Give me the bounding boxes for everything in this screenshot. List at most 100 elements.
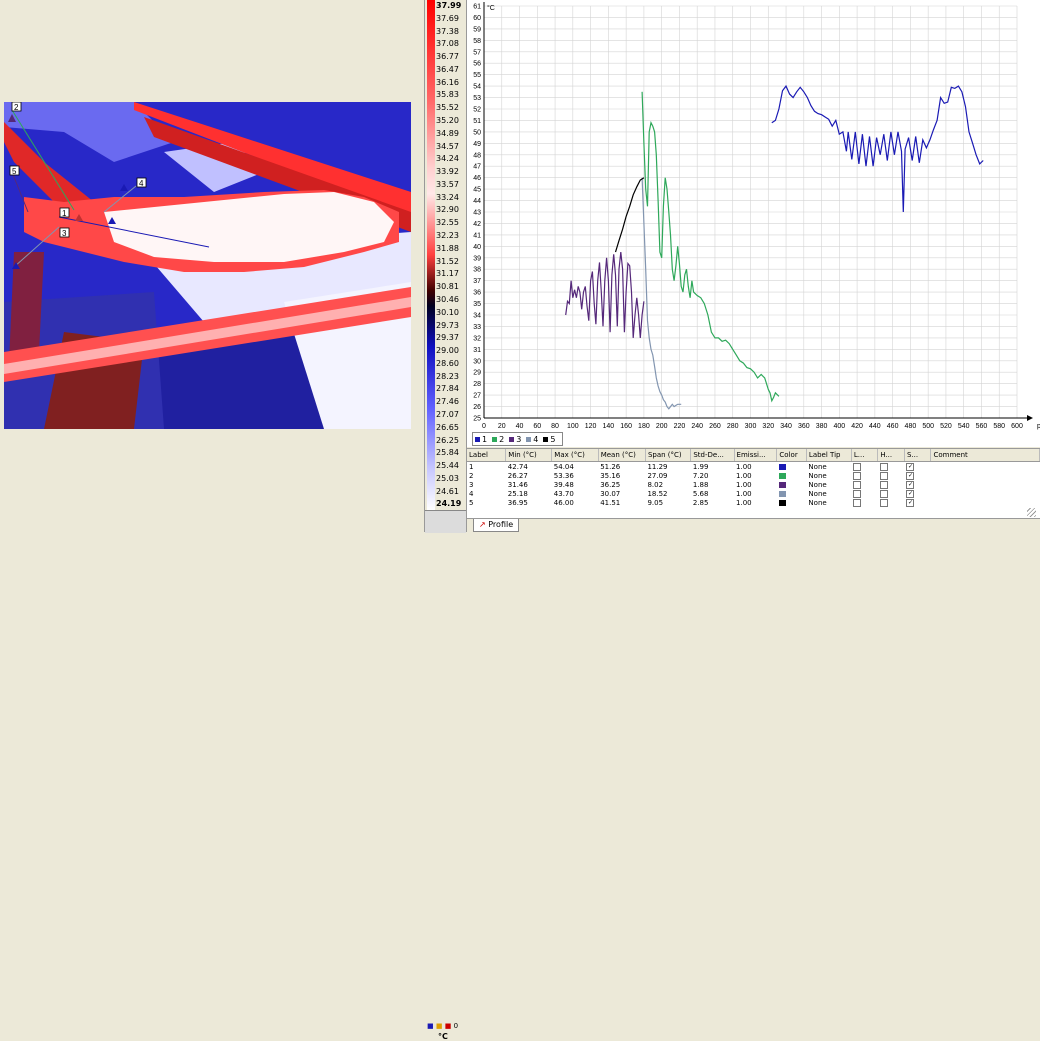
cell-color[interactable] xyxy=(777,480,807,489)
resize-grip[interactable] xyxy=(1027,508,1036,517)
cell-comment[interactable] xyxy=(931,471,1040,480)
x-tick-label: 380 xyxy=(816,423,828,430)
cell-h xyxy=(878,480,905,489)
column-header[interactable]: Comment xyxy=(930,449,1040,462)
cell-label-tip[interactable]: None xyxy=(806,462,851,472)
profile-tab-icon: ↗ xyxy=(479,520,486,529)
palette-tick: 37.99 xyxy=(436,1,462,10)
table-row[interactable]: 3 31.46 39.48 36.25 8.02 1.88 1.00 None ✓ xyxy=(467,480,1040,489)
palette-tick: 25.03 xyxy=(436,473,459,483)
checkbox-l[interactable] xyxy=(853,471,862,480)
marker-1-label: 1 xyxy=(62,209,67,218)
color-swatch xyxy=(778,463,786,470)
table-row[interactable]: 1 42.74 54.04 51.26 11.29 1.99 1.00 None ✓ xyxy=(467,462,1040,472)
y-tick-label: 48 xyxy=(473,152,481,159)
table-row[interactable]: 2 26.27 53.36 35.16 27.09 7.20 1.00 None ✓ xyxy=(467,471,1040,480)
cell-color[interactable] xyxy=(777,462,807,472)
checkbox-l[interactable] xyxy=(853,489,862,498)
column-header[interactable]: H... xyxy=(877,449,905,462)
x-tick-label: 480 xyxy=(905,423,917,430)
column-header[interactable]: L... xyxy=(851,449,879,462)
column-header[interactable]: Min (°C) xyxy=(505,449,553,462)
cell-emis: 1.00 xyxy=(736,462,752,471)
cell-std: 2.85 xyxy=(692,498,709,507)
cell-color[interactable] xyxy=(777,471,807,480)
palette-tick: 31.17 xyxy=(436,269,459,279)
checkbox-l[interactable] xyxy=(853,480,862,489)
column-header[interactable]: Std-De... xyxy=(690,449,735,462)
profile-chart[interactable]: 0 20 40 60 80 100 120 140 160 180 200 220 240 260 280 3… xyxy=(467,0,1040,447)
x-tick-label: 580 xyxy=(993,423,1005,430)
y-tick-label: 42 xyxy=(473,221,481,228)
checkbox-s[interactable]: ✓ xyxy=(906,462,915,471)
cell-emis: 1.00 xyxy=(736,480,752,489)
cell-comment[interactable] xyxy=(931,489,1040,498)
profile-table[interactable]: Label Min (°C) Max (°C) Mean (°C) Span (°C) S… xyxy=(467,448,1040,519)
column-header[interactable]: S... xyxy=(904,449,932,462)
column-header[interactable]: Label xyxy=(467,449,507,462)
x-tick-label: 140 xyxy=(603,423,615,430)
checkbox-s[interactable]: ✓ xyxy=(906,498,915,507)
checkbox-h[interactable] xyxy=(879,462,888,471)
cell-comment[interactable] xyxy=(931,480,1040,489)
x-tick-label: 600 xyxy=(1011,423,1023,430)
cell-label: 1 xyxy=(469,462,474,471)
column-header[interactable]: Color xyxy=(776,449,807,462)
marker-2-label: 2 xyxy=(14,103,19,112)
cell-comment[interactable] xyxy=(931,498,1040,507)
cell-label-tip[interactable]: None xyxy=(806,498,851,507)
palette-tick: 35.83 xyxy=(436,90,459,100)
thermal-image[interactable]: 1 2 3 4 5 xyxy=(4,102,411,429)
tab-profile[interactable]: ↗ Profile xyxy=(473,519,520,532)
cell-s: ✓ xyxy=(904,462,931,472)
palette-tick: 34.57 xyxy=(436,141,459,151)
palette-tick: 37.38 xyxy=(436,26,459,36)
x-tick-label: 540 xyxy=(958,423,970,430)
column-header[interactable]: Label Tip xyxy=(806,449,852,462)
column-header[interactable]: Span (°C) xyxy=(645,449,692,462)
column-header[interactable]: Max (°C) xyxy=(551,449,599,462)
checkbox-h[interactable] xyxy=(879,471,888,480)
cell-color[interactable] xyxy=(777,489,807,498)
palette-tick: 31.88 xyxy=(436,243,459,253)
palette-tick: 27.46 xyxy=(436,397,459,407)
checkbox-s[interactable]: ✓ xyxy=(906,480,915,489)
palette-tick: 29.73 xyxy=(436,320,459,330)
cell-h xyxy=(878,498,905,507)
column-header[interactable]: Emissi... xyxy=(734,449,778,462)
palette-dots: ■ ■ ■ 0 xyxy=(427,1022,459,1030)
cell-label-tip[interactable]: None xyxy=(806,489,851,498)
chart-legend: 1 2 3 4 5 xyxy=(472,432,564,446)
y-tick-label: 25 xyxy=(473,416,481,423)
checkbox-h[interactable] xyxy=(879,489,888,498)
checkbox-l[interactable] xyxy=(853,462,862,471)
cell-label-tip[interactable]: None xyxy=(806,471,851,480)
y-tick-label: 53 xyxy=(473,95,481,102)
palette-tick: 34.24 xyxy=(436,154,459,164)
legend-label: 5 xyxy=(550,434,556,444)
legend-item: 4 xyxy=(526,435,538,444)
palette-tick: 30.10 xyxy=(436,307,459,317)
x-tick-label: 320 xyxy=(762,423,774,430)
cell-comment[interactable] xyxy=(931,462,1040,472)
column-header[interactable]: Mean (°C) xyxy=(598,449,646,462)
cell-label: 3 xyxy=(469,480,474,489)
cell-std: 5.68 xyxy=(692,489,709,498)
x-tick-label: 80 xyxy=(551,423,559,430)
checkbox-h[interactable] xyxy=(879,480,888,489)
y-tick-label: 37 xyxy=(473,278,481,285)
color-swatch xyxy=(778,490,786,497)
cell-label-tip[interactable]: None xyxy=(806,480,851,489)
profile-chart-svg: 0 20 40 60 80 100 120 140 160 180 200 220 240 260 280 3… xyxy=(473,2,1040,430)
table-row[interactable]: 4 25.18 43.70 30.07 18.52 5.68 1.00 None ✓ xyxy=(467,489,1040,498)
cell-s: ✓ xyxy=(904,471,931,480)
checkbox-h[interactable] xyxy=(879,498,888,507)
cell-max: 46.00 xyxy=(553,498,574,507)
cell-color[interactable] xyxy=(777,498,807,507)
checkbox-s[interactable]: ✓ xyxy=(906,471,915,480)
checkbox-l[interactable] xyxy=(853,498,862,507)
table-row[interactable]: 5 36.95 46.00 41.51 9.05 2.85 1.00 None ✓ xyxy=(467,498,1040,507)
palette-tick: 35.52 xyxy=(436,103,459,113)
palette-tick: 32.90 xyxy=(436,205,459,215)
checkbox-s[interactable]: ✓ xyxy=(906,489,915,498)
